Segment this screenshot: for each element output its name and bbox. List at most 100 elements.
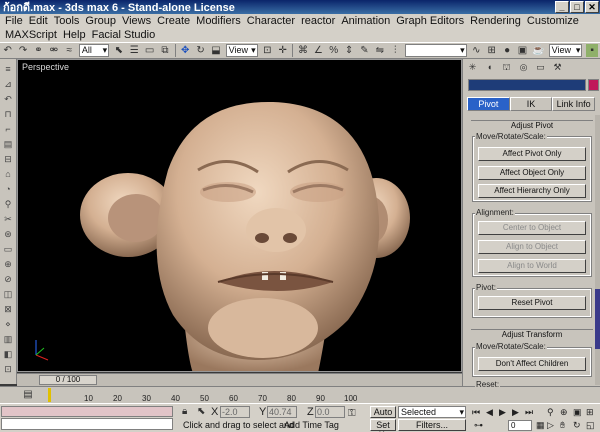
ik-tab[interactable]: IK — [509, 97, 553, 111]
time-slider-thumb[interactable]: 0 / 100 — [39, 375, 97, 385]
affect-hierarchy-only-button[interactable]: Affect Hierarchy Only — [478, 184, 586, 198]
align-to-world-button[interactable]: Align to World — [478, 259, 586, 273]
absolute-mode-icon[interactable]: ⬉ — [197, 406, 205, 417]
affect-pivot-only-button[interactable]: Affect Pivot Only — [478, 147, 586, 161]
undo-icon[interactable]: ↶ — [2, 44, 13, 57]
schematic-view-icon[interactable]: ⊞ — [486, 44, 497, 57]
tool-icon[interactable]: ↶ — [2, 93, 14, 105]
mini-curve-editor-icon[interactable]: ▤ — [22, 389, 34, 401]
select-rotate-icon[interactable]: ↻ — [195, 44, 206, 57]
minimize-button[interactable]: _ — [555, 1, 569, 13]
maxscript-input[interactable] — [1, 418, 173, 430]
current-frame-field[interactable]: 0 — [508, 420, 532, 431]
key-mode-icon[interactable]: ⊶ — [474, 420, 483, 431]
select-object-icon[interactable]: ⬉ — [113, 44, 124, 57]
menu-modifiers[interactable]: Modifiers — [195, 15, 246, 27]
close-button[interactable]: ✕ — [585, 1, 599, 13]
menu-customize[interactable]: Customize — [526, 15, 584, 27]
unlink-icon[interactable]: ⚮ — [48, 44, 59, 57]
menu-rendering[interactable]: Rendering — [469, 15, 526, 27]
object-color-swatch[interactable] — [588, 79, 599, 91]
goto-start-icon[interactable]: ⏮ — [472, 407, 480, 418]
time-config-icon[interactable]: ▦ — [536, 420, 545, 431]
snap-toggle-icon[interactable]: ⌘ — [297, 44, 308, 57]
menu-reactor[interactable]: reactor — [300, 15, 340, 27]
z-coordinate-field[interactable]: 0.0 — [315, 406, 345, 418]
time-slider[interactable]: 0 / 100 — [17, 373, 462, 386]
menu-edit[interactable]: Edit — [28, 15, 53, 27]
tool-icon[interactable]: ≡ — [2, 63, 14, 75]
zoom-all-icon[interactable]: ⊕ — [560, 407, 568, 418]
menu-character[interactable]: Character — [246, 15, 300, 27]
tool-icon[interactable]: ⊓ — [2, 108, 14, 120]
adjust-pivot-rollout-header[interactable]: Adjust Pivot — [471, 120, 593, 130]
tool-icon[interactable]: ✂ — [2, 213, 14, 225]
render-scene-icon[interactable]: ▣ — [517, 44, 528, 57]
center-to-object-button[interactable]: Center to Object — [478, 221, 586, 235]
pivot-center-icon[interactable]: ⊡ — [262, 44, 273, 57]
tool-icon[interactable]: ◧ — [2, 348, 14, 360]
arc-rotate-icon[interactable]: ↻ — [573, 420, 581, 431]
menu-facial-studio[interactable]: Facial Studio — [91, 29, 161, 41]
tool-icon[interactable]: ⊛ — [2, 228, 14, 240]
named-selection-set-dropdown[interactable] — [404, 44, 467, 57]
tool-icon[interactable]: ▭ — [2, 243, 14, 255]
select-manipulate-icon[interactable]: ✛ — [277, 44, 288, 57]
tool-icon[interactable]: ▥ — [2, 333, 14, 345]
modify-tab-icon[interactable]: ◖ — [482, 61, 497, 74]
align-to-object-button[interactable]: Align to Object — [478, 240, 586, 254]
tool-icon[interactable]: ⊘ — [2, 273, 14, 285]
menu-graph-editors[interactable]: Graph Editors — [395, 15, 469, 27]
menu-maxscript[interactable]: MAXScript — [4, 29, 62, 41]
tool-icon[interactable]: ⊕ — [2, 258, 14, 270]
quick-render-icon[interactable]: ☕ — [532, 44, 544, 57]
motion-tab-icon[interactable]: ◎ — [516, 61, 531, 74]
mirror-icon[interactable]: ⇋ — [374, 44, 385, 57]
zoom-extents-all-icon[interactable]: ⊞ — [586, 407, 594, 418]
menu-help[interactable]: Help — [62, 29, 91, 41]
zoom-icon[interactable]: ⚲ — [547, 407, 554, 418]
create-tab-icon[interactable]: ✳ — [465, 61, 480, 74]
hierarchy-tab-icon[interactable]: ⛫ — [499, 61, 514, 74]
next-frame-icon[interactable]: ▶ — [512, 407, 519, 418]
select-scale-icon[interactable]: ⬓ — [210, 44, 221, 57]
panel-scroll-thumb[interactable] — [595, 289, 600, 349]
link-info-tab[interactable]: Link Info — [552, 97, 596, 111]
dont-affect-children-button[interactable]: Don't Affect Children — [478, 357, 586, 371]
selection-filter-dropdown[interactable]: All — [78, 44, 110, 57]
key-filter-dropdown[interactable]: Selected — [398, 406, 466, 418]
render-view-dropdown[interactable]: View — [548, 44, 583, 57]
select-by-name-icon[interactable]: ☰ — [129, 44, 140, 57]
menu-views[interactable]: Views — [121, 15, 156, 27]
percent-snap-icon[interactable]: % — [328, 44, 339, 57]
menu-animation[interactable]: Animation — [340, 15, 395, 27]
angle-snap-icon[interactable]: ∠ — [313, 44, 324, 57]
track-bar[interactable]: ▤ 10 20 30 40 50 60 70 80 90 100 — [0, 386, 600, 403]
select-move-icon[interactable]: ✥ — [180, 44, 191, 57]
goto-end-icon[interactable]: ⏭ — [525, 407, 533, 418]
bind-spacewarp-icon[interactable]: ≈ — [64, 44, 75, 57]
tool-icon[interactable]: ◔ — [2, 183, 14, 195]
menu-file[interactable]: File — [4, 15, 28, 27]
add-time-tag[interactable]: Add Time Tag — [284, 420, 339, 430]
window-crossing-icon[interactable]: ⧉ — [159, 44, 170, 57]
set-key-button[interactable]: Set K. — [370, 419, 396, 432]
tool-icon[interactable]: ⊿ — [2, 78, 14, 90]
zoom-extents-icon[interactable]: ▣ — [573, 407, 582, 418]
reference-coordinate-dropdown[interactable]: View — [225, 44, 258, 57]
tool-icon[interactable]: ⊡ — [2, 363, 14, 375]
material-editor-icon[interactable]: ● — [501, 44, 512, 57]
tool-icon[interactable]: ⊠ — [2, 303, 14, 315]
menu-group[interactable]: Group — [84, 15, 121, 27]
tool-icon[interactable]: ⊟ — [2, 153, 14, 165]
prev-frame-icon[interactable]: ◀ — [486, 407, 493, 418]
align-icon[interactable]: ⫶ — [390, 44, 401, 57]
y-coordinate-field[interactable]: 40.74 — [267, 406, 297, 418]
redo-icon[interactable]: ↷ — [17, 44, 28, 57]
auto-key-button[interactable]: Auto — [370, 406, 396, 418]
reset-pivot-button[interactable]: Reset Pivot — [478, 296, 586, 310]
tool-icon[interactable]: ▤ — [2, 138, 14, 150]
object-name-field[interactable] — [468, 79, 586, 91]
spinner-snap-icon[interactable]: ⇕ — [343, 44, 354, 57]
menu-tools[interactable]: Tools — [53, 15, 85, 27]
